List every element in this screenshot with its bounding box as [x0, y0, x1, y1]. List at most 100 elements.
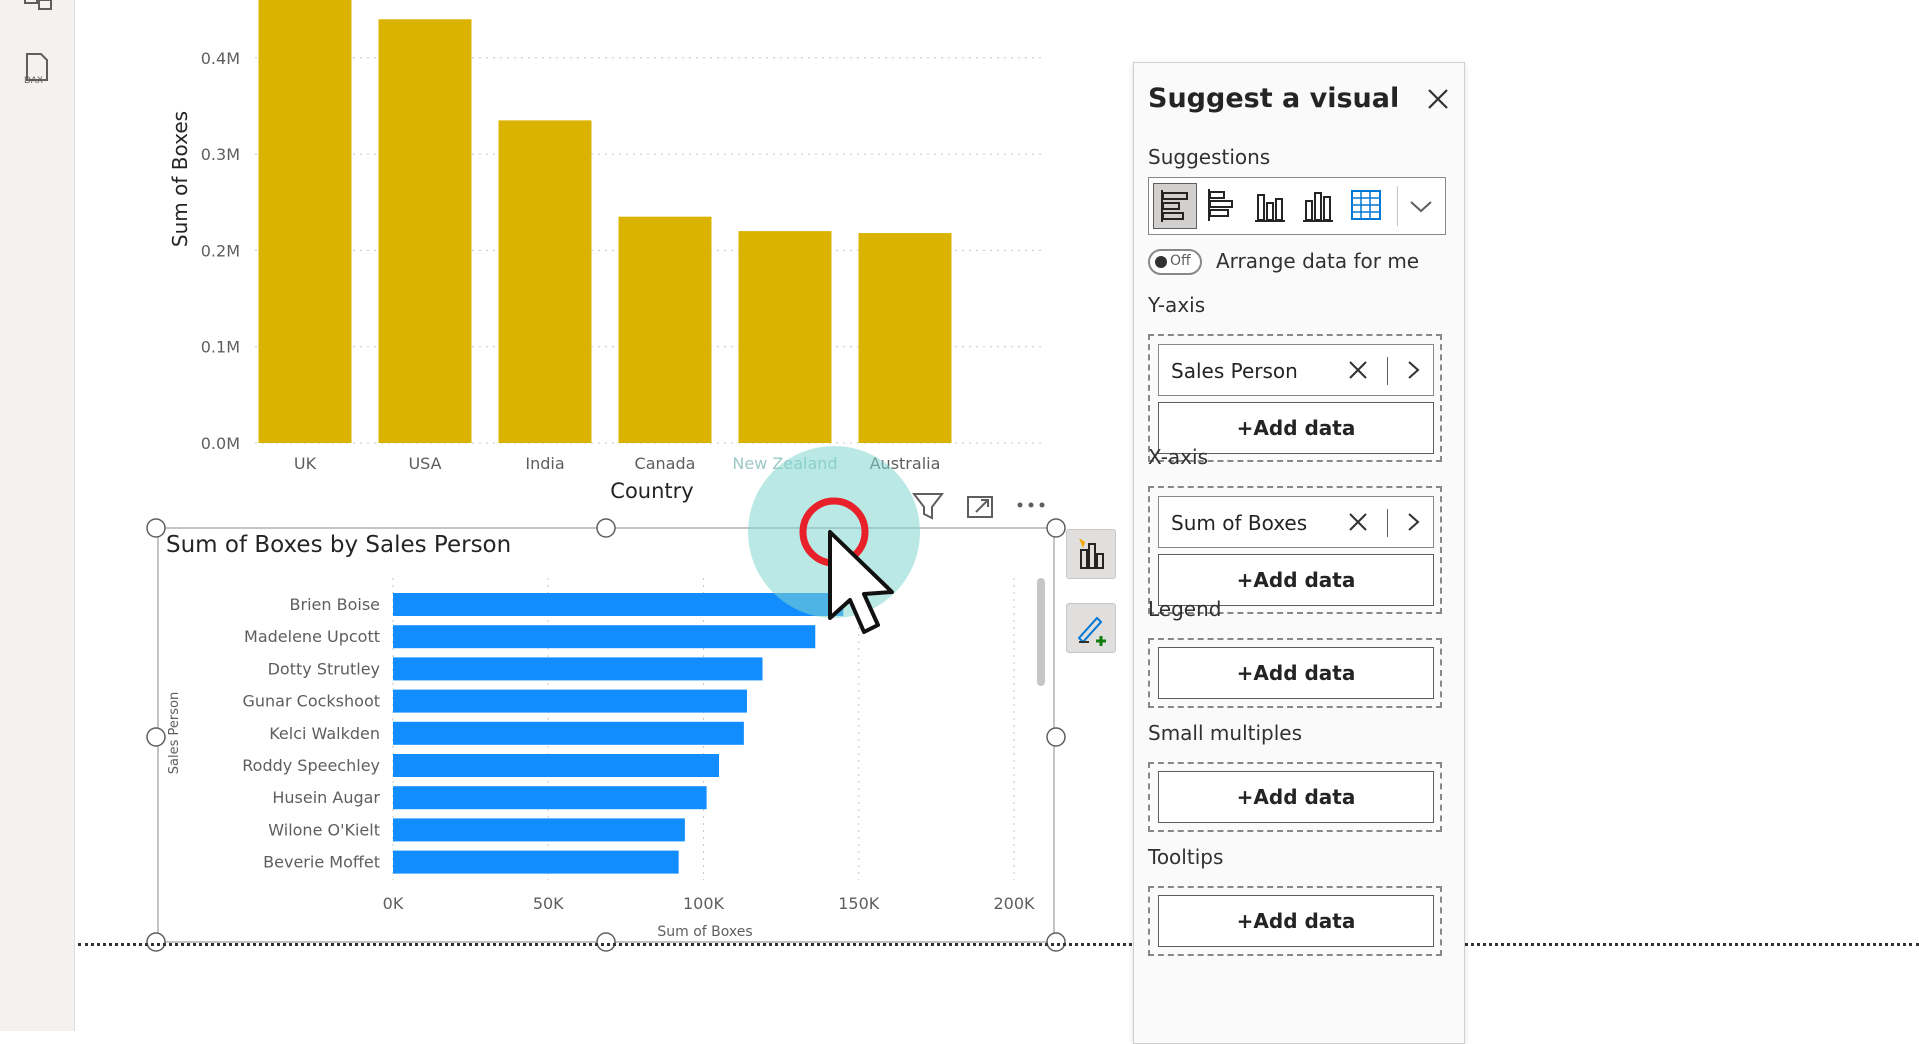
column-bar[interactable]: [258, 0, 352, 443]
x-axis-field-pill[interactable]: Sum of Boxes: [1158, 496, 1434, 548]
page-boundary: [78, 943, 1919, 946]
horizontal-bar[interactable]: [393, 850, 679, 874]
horizontal-bar[interactable]: [393, 625, 816, 649]
format-visual-icon: [1077, 616, 1106, 646]
y-tick-label: Gunar Cockshoot: [243, 692, 381, 711]
visual-title: Sum of Boxes by Sales Person: [166, 532, 511, 558]
y-tick-label: 0.0M: [201, 434, 240, 453]
tooltips-add-data-button[interactable]: +Add data: [1158, 895, 1434, 947]
x-tick-label: 100K: [683, 894, 725, 913]
close-icon[interactable]: [1424, 85, 1452, 113]
x-tick-label: UK: [294, 454, 317, 473]
legend-well: +Add data: [1148, 638, 1442, 708]
arrange-data-toggle[interactable]: Off: [1148, 249, 1202, 275]
more-options-icon[interactable]: [1017, 502, 1045, 508]
x-tick-label: 50K: [533, 894, 564, 913]
suggestions-row: [1148, 177, 1446, 235]
format-visual-button[interactable]: [1066, 603, 1116, 653]
y-tick-label: Roddy Speechley: [242, 756, 380, 775]
y-tick-label: Husein Augar: [272, 788, 380, 807]
resize-handle[interactable]: [146, 932, 166, 952]
remove-field-icon[interactable]: [1347, 511, 1369, 533]
y-tick-label: 0.3M: [201, 145, 240, 164]
suggestion-table[interactable]: [1345, 183, 1387, 227]
horizontal-bar[interactable]: [393, 593, 844, 616]
build-visual-icon: [1079, 538, 1104, 569]
resize-handle[interactable]: [596, 932, 616, 952]
chevron-right-icon[interactable]: [1403, 359, 1423, 381]
x-tick-label: 0K: [383, 894, 404, 913]
column-bar[interactable]: [618, 216, 712, 443]
horizontal-bar[interactable]: [393, 721, 744, 745]
remove-field-icon[interactable]: [1347, 359, 1369, 381]
horizontal-bar[interactable]: [393, 657, 763, 681]
tooltips-well: +Add data: [1148, 886, 1442, 956]
resize-handle[interactable]: [1046, 932, 1066, 952]
y-tick-label: Dotty Strutley: [268, 659, 380, 678]
y-axis-label: Y-axis: [1148, 293, 1206, 317]
resize-handle[interactable]: [596, 518, 616, 538]
arrange-data-label: Arrange data for me: [1216, 249, 1420, 273]
bar-chart-visual[interactable]: Sum of Boxes by Sales Person 0K 50K 100K 15…: [146, 518, 1066, 952]
resize-handle[interactable]: [1046, 518, 1066, 538]
y-tick-label: Brien Boise: [290, 595, 380, 614]
chevron-down-icon[interactable]: [1407, 194, 1435, 218]
horizontal-bar[interactable]: [393, 754, 720, 777]
column-bar[interactable]: [498, 120, 592, 443]
suggest-visual-panel: Suggest a visual Suggestions Off Arrange…: [1133, 62, 1465, 1044]
x-axis-well: Sum of Boxes +Add data: [1148, 486, 1442, 614]
x-axis-title: Country: [610, 479, 693, 503]
column-chart-sum-of-boxes-by-country[interactable]: 0.0M0.1M0.2M0.3M0.4MUK USA India Canada New …: [168, 0, 1045, 503]
legend-add-data-button[interactable]: +Add data: [1158, 647, 1434, 699]
suggestions-label: Suggestions: [1148, 145, 1271, 169]
chevron-right-icon[interactable]: [1403, 511, 1423, 533]
resize-handle[interactable]: [1046, 727, 1066, 747]
horizontal-bar[interactable]: [393, 786, 707, 810]
suggestion-stacked-column[interactable]: [1297, 183, 1339, 227]
table-icon: [1351, 190, 1381, 220]
focus-mode-icon[interactable]: [967, 496, 993, 518]
visual-scrollbar[interactable]: [1037, 578, 1045, 686]
y-axis-field-name: Sales Person: [1171, 359, 1298, 383]
suggestion-clustered-bar[interactable]: [1153, 183, 1197, 229]
resize-handle[interactable]: [146, 727, 166, 747]
y-tick-label: Beverie Moffet: [263, 853, 380, 872]
y-axis-title: Sum of Boxes: [168, 111, 192, 247]
suggestion-clustered-column[interactable]: [1249, 183, 1291, 227]
y-tick-label: Kelci Walkden: [269, 724, 380, 743]
suggestion-stacked-bar[interactable]: [1201, 183, 1243, 227]
panel-title: Suggest a visual: [1148, 83, 1400, 114]
x-tick-label: India: [525, 454, 564, 473]
column-bar[interactable]: [738, 231, 832, 443]
toggle-state: Off: [1170, 253, 1191, 269]
column-bar[interactable]: [858, 233, 952, 443]
x-tick-label: USA: [408, 454, 441, 473]
small-multiples-add-data-button[interactable]: +Add data: [1158, 771, 1434, 823]
y-tick-label: 0.1M: [201, 338, 240, 357]
column-bar[interactable]: [378, 19, 472, 444]
stacked-bar-chart-icon: [1208, 189, 1233, 221]
x-tick-label: 150K: [838, 894, 880, 913]
y-axis-field-pill[interactable]: Sales Person: [1158, 344, 1434, 396]
y-tick-label: Wilone O'Kielt: [268, 820, 380, 839]
build-visual-button[interactable]: [1066, 529, 1116, 579]
x-tick-label: Canada: [635, 454, 696, 473]
y-tick-label: 0.4M: [201, 49, 240, 68]
x-axis-field-name: Sum of Boxes: [1171, 511, 1308, 535]
horizontal-bar[interactable]: [393, 818, 685, 842]
stacked-column-chart-icon: [1303, 192, 1333, 222]
x-tick-label: 200K: [993, 894, 1035, 913]
horizontal-bar[interactable]: [393, 689, 747, 713]
y-tick-label: Madelene Upcott: [244, 627, 380, 646]
suggestions-separator: [1397, 186, 1398, 226]
tooltips-label: Tooltips: [1148, 845, 1224, 869]
pill-separator: [1387, 509, 1388, 537]
report-canvas: 0.0M0.1M0.2M0.3M0.4MUK USA India Canada New …: [146, 0, 1066, 952]
filter-icon[interactable]: [911, 493, 945, 520]
x-axis-label: X-axis: [1148, 445, 1208, 469]
resize-handle[interactable]: [146, 518, 166, 538]
pill-separator: [1387, 357, 1388, 385]
small-multiples-label: Small multiples: [1148, 721, 1302, 745]
x-axis-title: Sum of Boxes: [657, 924, 752, 940]
clustered-bar-chart-icon: [1161, 190, 1188, 222]
